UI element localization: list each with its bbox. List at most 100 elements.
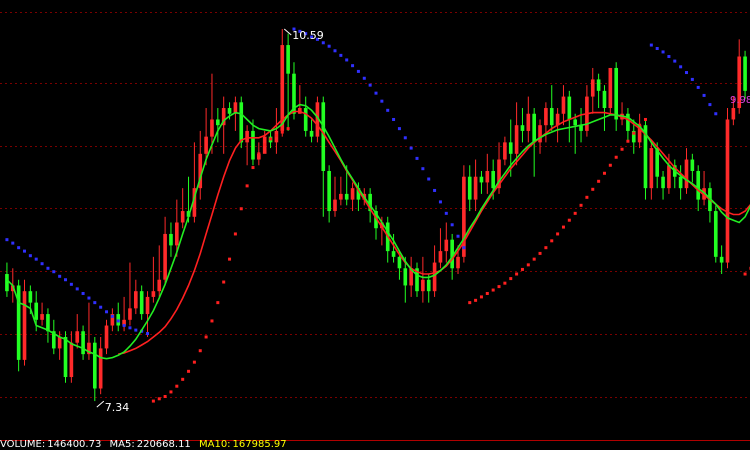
candle-body-down bbox=[227, 108, 232, 114]
sar-dot bbox=[550, 239, 554, 243]
sar-dot bbox=[409, 146, 413, 150]
candle-body-down bbox=[520, 125, 525, 131]
candle-body-up bbox=[175, 222, 179, 246]
candle bbox=[245, 125, 249, 166]
sar-dot bbox=[181, 377, 185, 381]
sar-dot bbox=[151, 399, 155, 403]
sar-dot bbox=[538, 251, 542, 255]
candle-body-down bbox=[34, 302, 39, 320]
sar-dot bbox=[421, 167, 425, 171]
candle bbox=[221, 96, 226, 154]
sar-dot bbox=[649, 43, 653, 47]
sar-dot bbox=[93, 301, 97, 305]
sar-dot bbox=[661, 50, 665, 54]
candle-body-down bbox=[251, 130, 255, 160]
candle bbox=[678, 165, 683, 200]
sar-dot bbox=[679, 65, 683, 69]
candle-body-down bbox=[46, 314, 50, 332]
sar-dot bbox=[509, 277, 513, 281]
candle bbox=[614, 62, 619, 131]
candle bbox=[620, 102, 624, 126]
candle bbox=[672, 159, 677, 189]
candle bbox=[567, 90, 572, 143]
sar-dot bbox=[585, 195, 589, 199]
sar-dot bbox=[163, 395, 167, 398]
sar-dot bbox=[690, 77, 694, 81]
candle-body-up bbox=[485, 170, 490, 183]
candle bbox=[133, 279, 138, 315]
candle-body-down bbox=[92, 342, 97, 389]
candle-body-up bbox=[444, 239, 449, 252]
sar-dot bbox=[602, 171, 606, 175]
candle bbox=[573, 113, 577, 154]
candle-body-up bbox=[555, 113, 560, 126]
candle-body-down bbox=[5, 274, 9, 292]
candle-body-down bbox=[426, 279, 431, 292]
sar-dot bbox=[339, 53, 343, 57]
sar-dot bbox=[198, 349, 202, 353]
candle bbox=[467, 165, 472, 212]
volume-label: VOLUME: bbox=[0, 439, 46, 450]
candle-body-up bbox=[684, 159, 689, 189]
candle-body-up bbox=[133, 291, 138, 309]
candle bbox=[22, 279, 27, 366]
candle-body-down bbox=[596, 79, 601, 91]
candle bbox=[585, 85, 589, 137]
sar-dot bbox=[269, 137, 273, 141]
sar-dot bbox=[397, 127, 401, 131]
sar-dot bbox=[157, 397, 161, 401]
candle-body-down bbox=[81, 331, 85, 355]
sar-dot bbox=[34, 257, 38, 261]
candle bbox=[303, 96, 308, 137]
candle-body-down bbox=[63, 336, 68, 378]
sar-dot bbox=[708, 103, 712, 107]
candle bbox=[216, 108, 220, 143]
candle-body-up bbox=[104, 325, 109, 349]
sar-dot bbox=[23, 249, 27, 253]
sar-dot bbox=[433, 188, 437, 192]
candle-body-up bbox=[667, 165, 671, 189]
sar-dot bbox=[503, 281, 507, 285]
candle bbox=[473, 159, 478, 212]
sar-dot bbox=[380, 99, 384, 103]
candle bbox=[128, 262, 132, 326]
candle-body-down bbox=[719, 256, 724, 263]
candle bbox=[503, 136, 507, 166]
candle-body-down bbox=[661, 176, 665, 189]
sar-dot bbox=[210, 319, 214, 323]
candle-body-down bbox=[573, 119, 577, 126]
candle bbox=[163, 216, 167, 286]
candle bbox=[339, 176, 343, 206]
sar-dot bbox=[655, 47, 659, 50]
price-chart: 10.59 7.34 9.98 bbox=[0, 12, 750, 441]
candle-body-down bbox=[169, 233, 173, 246]
sar-dot bbox=[374, 91, 378, 95]
candle-body-up bbox=[608, 67, 613, 109]
candle-body-up bbox=[245, 130, 249, 143]
candle-body-down bbox=[344, 193, 349, 200]
sar-dot bbox=[251, 166, 255, 170]
ma5-label: MA5: bbox=[109, 439, 135, 450]
candle-body-up bbox=[590, 79, 595, 97]
candlesticks bbox=[5, 29, 747, 402]
sar-dot bbox=[673, 59, 677, 63]
min-price-arrow bbox=[96, 400, 105, 408]
candle bbox=[321, 96, 326, 217]
sar-dot bbox=[468, 301, 472, 305]
candle-body-down bbox=[678, 176, 683, 189]
sar-dot bbox=[743, 272, 747, 276]
candle bbox=[46, 308, 50, 343]
sar-dot bbox=[245, 184, 249, 188]
candle bbox=[350, 182, 355, 212]
sar-dot bbox=[146, 332, 150, 336]
candle bbox=[690, 153, 695, 183]
candle bbox=[649, 142, 654, 200]
sar-dot bbox=[110, 314, 114, 318]
sar-dot bbox=[169, 390, 173, 394]
candle bbox=[684, 148, 689, 194]
candle-body-down bbox=[696, 170, 701, 200]
candle bbox=[426, 274, 431, 303]
ma5-value: 220668.11 bbox=[136, 439, 191, 450]
sar-dot bbox=[204, 335, 208, 339]
sar-dot bbox=[257, 152, 261, 156]
